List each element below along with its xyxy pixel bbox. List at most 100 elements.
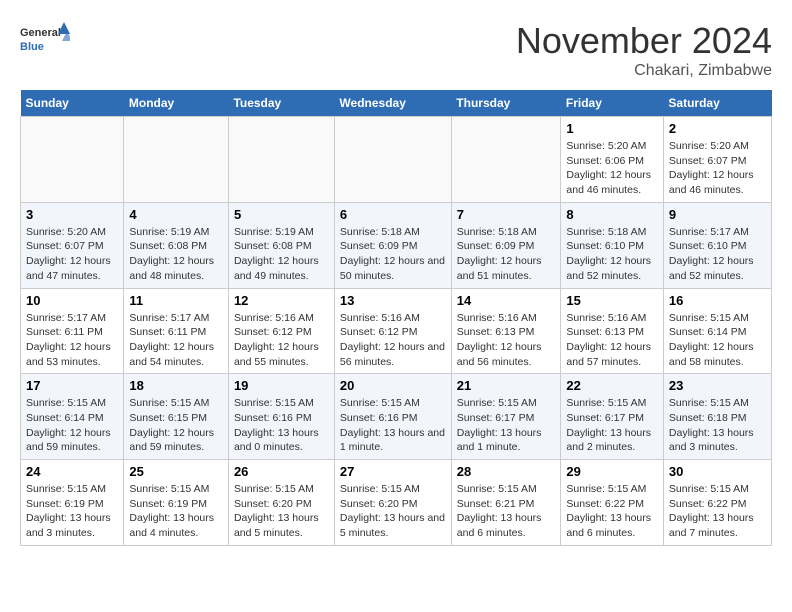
table-row: 19Sunrise: 5:15 AM Sunset: 6:16 PM Dayli…	[228, 374, 334, 460]
day-number: 1	[566, 121, 658, 136]
col-saturday: Saturday	[663, 90, 771, 117]
page-subtitle: Chakari, Zimbabwe	[516, 62, 772, 80]
day-number: 3	[26, 207, 118, 222]
day-number: 11	[129, 293, 223, 308]
col-tuesday: Tuesday	[228, 90, 334, 117]
table-row: 7Sunrise: 5:18 AM Sunset: 6:09 PM Daylig…	[451, 202, 561, 288]
title-area: November 2024 Chakari, Zimbabwe	[516, 20, 772, 80]
calendar-table: Sunday Monday Tuesday Wednesday Thursday…	[20, 90, 772, 546]
calendar-header-row: Sunday Monday Tuesday Wednesday Thursday…	[21, 90, 772, 117]
svg-text:General: General	[20, 27, 61, 39]
page-title: November 2024	[516, 20, 772, 62]
day-number: 4	[129, 207, 223, 222]
table-row: 5 Sunrise: 5:19 AM Sunset: 6:08 PM Daylig…	[228, 202, 334, 288]
day-info: Sunrise: 5:15 AM Sunset: 6:21 PM Dayligh…	[457, 482, 556, 541]
day-number: 16	[669, 293, 766, 308]
day-info: Sunrise: 5:15 AM Sunset: 6:14 PM Dayligh…	[669, 311, 766, 370]
day-number: 27	[340, 464, 446, 479]
table-row: 2 Sunrise: 5:20 AM Sunset: 6:07 PM Daylig…	[663, 117, 771, 203]
day-info: Sunrise: 5:15 AM Sunset: 6:16 PM Dayligh…	[340, 396, 446, 455]
table-row: 16 Sunrise: 5:15 AM Sunset: 6:14 PM Dayli…	[663, 288, 771, 374]
table-row: 27 Sunrise: 5:15 AM Sunset: 6:20 PM Dayli…	[334, 460, 451, 546]
table-row: 8 Sunrise: 5:18 AM Sunset: 6:10 PM Daylig…	[561, 202, 664, 288]
table-row	[21, 117, 124, 203]
day-info: Sunrise: 5:15 AM Sunset: 6:19 PM Dayligh…	[26, 482, 118, 541]
day-info: Sunrise: 5:17 AM Sunset: 6:11 PM Dayligh…	[26, 311, 118, 370]
day-info: Sunrise: 5:16 AM Sunset: 6:13 PM Dayligh…	[566, 311, 658, 370]
col-friday: Friday	[561, 90, 664, 117]
day-number: 12	[234, 293, 329, 308]
day-number: 30	[669, 464, 766, 479]
day-info: Sunrise: 5:18 AM Sunset: 6:10 PM Dayligh…	[566, 225, 658, 284]
day-info: Sunrise: 5:15 AM Sunset: 6:14 PM Dayligh…	[26, 396, 118, 455]
day-info: Sunrise: 5:18 AM Sunset: 6:09 PM Dayligh…	[340, 225, 446, 284]
day-info: Sunrise: 5:15 AM Sunset: 6:22 PM Dayligh…	[669, 482, 766, 541]
day-number: 2	[669, 121, 766, 136]
day-number: 25	[129, 464, 223, 479]
table-row: 30 Sunrise: 5:15 AM Sunset: 6:22 PM Dayli…	[663, 460, 771, 546]
day-number: 5	[234, 207, 329, 222]
day-info: Sunrise: 5:16 AM Sunset: 6:12 PM Dayligh…	[234, 311, 329, 370]
day-number: 26	[234, 464, 329, 479]
day-info: Sunrise: 5:15 AM Sunset: 6:18 PM Dayligh…	[669, 396, 766, 455]
table-row: 29Sunrise: 5:15 AM Sunset: 6:22 PM Dayli…	[561, 460, 664, 546]
table-row	[334, 117, 451, 203]
page-header: General Blue November 2024 Chakari, Zimb…	[20, 20, 772, 80]
table-row: 25 Sunrise: 5:15 AM Sunset: 6:19 PM Dayli…	[124, 460, 229, 546]
day-number: 28	[457, 464, 556, 479]
calendar-week-1: 1 Sunrise: 5:20 AM Sunset: 6:06 PM Daylig…	[21, 117, 772, 203]
table-row: 6 Sunrise: 5:18 AM Sunset: 6:09 PM Daylig…	[334, 202, 451, 288]
day-info: Sunrise: 5:15 AM Sunset: 6:16 PM Dayligh…	[234, 396, 329, 455]
day-number: 6	[340, 207, 446, 222]
col-sunday: Sunday	[21, 90, 124, 117]
logo: General Blue	[20, 20, 70, 60]
day-info: Sunrise: 5:15 AM Sunset: 6:17 PM Dayligh…	[566, 396, 658, 455]
day-info: Sunrise: 5:20 AM Sunset: 6:07 PM Dayligh…	[669, 139, 766, 198]
day-info: Sunrise: 5:19 AM Sunset: 6:08 PM Dayligh…	[234, 225, 329, 284]
calendar-week-4: 17Sunrise: 5:15 AM Sunset: 6:14 PM Dayli…	[21, 374, 772, 460]
day-number: 7	[457, 207, 556, 222]
table-row: 11Sunrise: 5:17 AM Sunset: 6:11 PM Dayli…	[124, 288, 229, 374]
col-monday: Monday	[124, 90, 229, 117]
table-row: 24 Sunrise: 5:15 AM Sunset: 6:19 PM Dayli…	[21, 460, 124, 546]
table-row: 18Sunrise: 5:15 AM Sunset: 6:15 PM Dayli…	[124, 374, 229, 460]
day-info: Sunrise: 5:20 AM Sunset: 6:06 PM Dayligh…	[566, 139, 658, 198]
table-row: 1 Sunrise: 5:20 AM Sunset: 6:06 PM Daylig…	[561, 117, 664, 203]
day-info: Sunrise: 5:17 AM Sunset: 6:10 PM Dayligh…	[669, 225, 766, 284]
day-number: 22	[566, 378, 658, 393]
day-number: 24	[26, 464, 118, 479]
table-row: 21Sunrise: 5:15 AM Sunset: 6:17 PM Dayli…	[451, 374, 561, 460]
table-row	[228, 117, 334, 203]
col-wednesday: Wednesday	[334, 90, 451, 117]
col-thursday: Thursday	[451, 90, 561, 117]
day-number: 23	[669, 378, 766, 393]
table-row: 4 Sunrise: 5:19 AM Sunset: 6:08 PM Daylig…	[124, 202, 229, 288]
table-row: 20Sunrise: 5:15 AM Sunset: 6:16 PM Dayli…	[334, 374, 451, 460]
table-row: 10Sunrise: 5:17 AM Sunset: 6:11 PM Dayli…	[21, 288, 124, 374]
table-row: 9 Sunrise: 5:17 AM Sunset: 6:10 PM Daylig…	[663, 202, 771, 288]
table-row: 22 Sunrise: 5:15 AM Sunset: 6:17 PM Dayli…	[561, 374, 664, 460]
day-number: 29	[566, 464, 658, 479]
svg-text:Blue: Blue	[20, 41, 44, 53]
day-info: Sunrise: 5:15 AM Sunset: 6:20 PM Dayligh…	[340, 482, 446, 541]
calendar-week-2: 3 Sunrise: 5:20 AM Sunset: 6:07 PM Daylig…	[21, 202, 772, 288]
day-info: Sunrise: 5:16 AM Sunset: 6:13 PM Dayligh…	[457, 311, 556, 370]
day-info: Sunrise: 5:15 AM Sunset: 6:17 PM Dayligh…	[457, 396, 556, 455]
day-number: 8	[566, 207, 658, 222]
day-info: Sunrise: 5:15 AM Sunset: 6:19 PM Dayligh…	[129, 482, 223, 541]
day-number: 14	[457, 293, 556, 308]
day-info: Sunrise: 5:15 AM Sunset: 6:20 PM Dayligh…	[234, 482, 329, 541]
table-row: 26 Sunrise: 5:15 AM Sunset: 6:20 PM Dayli…	[228, 460, 334, 546]
table-row: 14 Sunrise: 5:16 AM Sunset: 6:13 PM Dayli…	[451, 288, 561, 374]
logo-svg: General Blue	[20, 20, 70, 60]
day-info: Sunrise: 5:19 AM Sunset: 6:08 PM Dayligh…	[129, 225, 223, 284]
day-info: Sunrise: 5:20 AM Sunset: 6:07 PM Dayligh…	[26, 225, 118, 284]
day-number: 13	[340, 293, 446, 308]
day-number: 9	[669, 207, 766, 222]
day-info: Sunrise: 5:16 AM Sunset: 6:12 PM Dayligh…	[340, 311, 446, 370]
table-row: 3 Sunrise: 5:20 AM Sunset: 6:07 PM Daylig…	[21, 202, 124, 288]
table-row: 15Sunrise: 5:16 AM Sunset: 6:13 PM Dayli…	[561, 288, 664, 374]
table-row: 28 Sunrise: 5:15 AM Sunset: 6:21 PM Dayli…	[451, 460, 561, 546]
calendar-week-5: 24 Sunrise: 5:15 AM Sunset: 6:19 PM Dayli…	[21, 460, 772, 546]
table-row: 12 Sunrise: 5:16 AM Sunset: 6:12 PM Dayli…	[228, 288, 334, 374]
